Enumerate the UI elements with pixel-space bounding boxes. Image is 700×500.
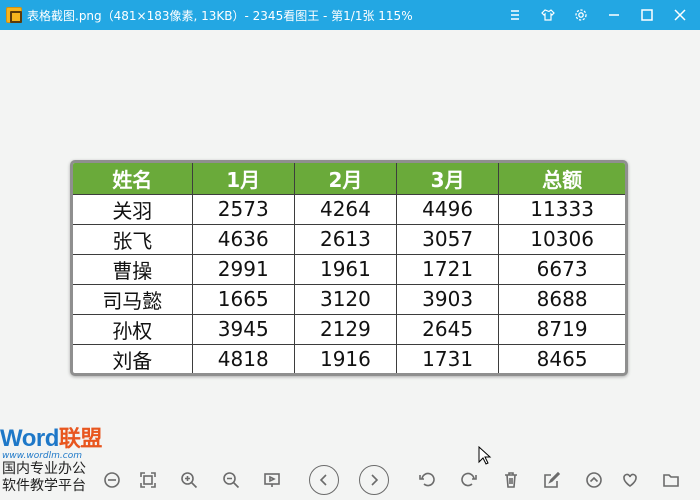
table-cell: 8688 xyxy=(498,284,625,315)
app-icon xyxy=(6,7,22,23)
table-header-row: 姓名 1月 2月 3月 总额 xyxy=(73,163,625,195)
watermark-logo-cn: 联盟 xyxy=(58,426,103,451)
watermark-logo-word: Word xyxy=(0,425,59,452)
watermark-logo: Word联盟 xyxy=(0,426,110,452)
settings-icon[interactable] xyxy=(564,0,597,30)
table-row: 司马懿 1665 3120 3903 8688 xyxy=(73,284,625,315)
zoom-out-icon[interactable] xyxy=(217,466,245,494)
mouse-cursor-icon xyxy=(478,446,492,465)
table-cell: 2613 xyxy=(294,224,398,255)
watermark-url: www.wordlm.com xyxy=(2,451,82,461)
open-folder-icon[interactable] xyxy=(657,466,685,494)
table-cell: 1731 xyxy=(396,344,500,373)
header-cell: 姓名 xyxy=(73,163,193,195)
table-cell: 1721 xyxy=(396,254,500,285)
close-icon[interactable] xyxy=(663,0,696,30)
table-cell: 3057 xyxy=(396,224,500,255)
rotate-left-icon[interactable] xyxy=(413,466,441,494)
delete-icon[interactable] xyxy=(497,466,525,494)
header-cell: 1月 xyxy=(192,163,295,195)
table-cell: 曹操 xyxy=(73,254,193,285)
actual-size-icon[interactable] xyxy=(98,466,126,494)
bottom-toolbar xyxy=(0,462,700,500)
previous-image-button[interactable] xyxy=(309,465,339,495)
table-row: 关羽 2573 4264 4496 11333 xyxy=(73,194,625,225)
table-cell: 4496 xyxy=(396,194,500,225)
table-cell: 4818 xyxy=(192,344,295,373)
table-row: 刘备 4818 1916 1731 8465 xyxy=(73,344,625,373)
table-cell: 司马懿 xyxy=(73,284,193,315)
table-cell: 2645 xyxy=(396,314,500,345)
table-cell: 3903 xyxy=(396,284,500,315)
rotate-right-icon[interactable] xyxy=(455,466,483,494)
slideshow-icon[interactable] xyxy=(258,466,286,494)
table-cell: 8719 xyxy=(498,314,625,345)
table-row: 张飞 4636 2613 3057 10306 xyxy=(73,224,625,255)
header-cell: 2月 xyxy=(294,163,398,195)
table-cell: 1916 xyxy=(294,344,398,373)
window-controls xyxy=(498,0,696,30)
fit-window-icon[interactable] xyxy=(134,466,162,494)
table-cell: 6673 xyxy=(498,254,625,285)
table-cell: 关羽 xyxy=(73,194,193,225)
table-cell: 1665 xyxy=(192,284,295,315)
next-image-button[interactable] xyxy=(359,465,389,495)
header-cell: 总额 xyxy=(498,163,625,195)
table-cell: 2573 xyxy=(192,194,295,225)
table-row: 孙权 3945 2129 2645 8719 xyxy=(73,314,625,345)
table-cell: 3945 xyxy=(192,314,295,345)
header-cell: 3月 xyxy=(396,163,500,195)
favorite-icon[interactable] xyxy=(616,466,644,494)
up-icon[interactable] xyxy=(580,466,608,494)
menu-icon[interactable] xyxy=(498,0,531,30)
table-cell: 孙权 xyxy=(73,314,193,345)
table-cell: 2991 xyxy=(192,254,295,285)
displayed-image: 姓名 1月 2月 3月 总额 关羽 2573 4264 4496 11333 张… xyxy=(70,160,628,376)
table-cell: 4636 xyxy=(192,224,295,255)
table-cell: 11333 xyxy=(498,194,625,225)
table-row: 曹操 2991 1961 1721 6673 xyxy=(73,254,625,285)
zoom-in-icon[interactable] xyxy=(175,466,203,494)
minimize-icon[interactable] xyxy=(597,0,630,30)
table-cell: 张飞 xyxy=(73,224,193,255)
edit-icon[interactable] xyxy=(538,466,566,494)
skin-icon[interactable] xyxy=(531,0,564,30)
table-cell: 刘备 xyxy=(73,344,193,373)
table-cell: 3120 xyxy=(294,284,398,315)
table-cell: 2129 xyxy=(294,314,398,345)
table-cell: 10306 xyxy=(498,224,625,255)
title-bar: 表格截图.png（481×183像素, 13KB）- 2345看图王 - 第1/… xyxy=(0,0,700,30)
window-title: 表格截图.png（481×183像素, 13KB）- 2345看图王 - 第1/… xyxy=(27,8,413,23)
data-table: 姓名 1月 2月 3月 总额 关羽 2573 4264 4496 11333 张… xyxy=(73,163,625,373)
table-cell: 4264 xyxy=(294,194,398,225)
table-cell: 1961 xyxy=(294,254,398,285)
table-cell: 8465 xyxy=(536,347,588,372)
maximize-icon[interactable] xyxy=(630,0,663,30)
